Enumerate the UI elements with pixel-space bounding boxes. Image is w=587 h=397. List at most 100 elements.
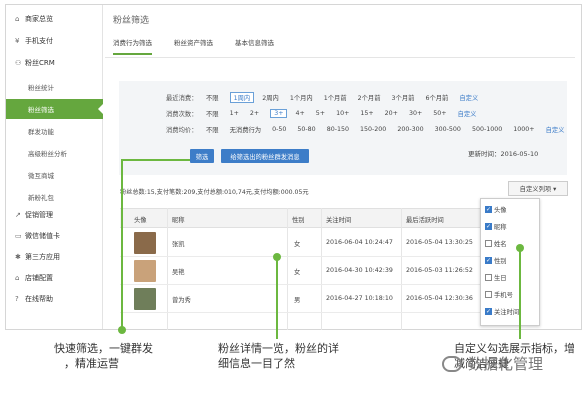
filter-option[interactable]: 50+: [433, 110, 446, 117]
column-option[interactable]: ✓ 昵称: [485, 222, 507, 231]
yen-icon: ¥: [15, 37, 20, 45]
sidebar-item-2[interactable]: ⚇ 粉丝CRM: [6, 53, 103, 73]
column-option-label: 昵称: [494, 224, 507, 231]
filter-option[interactable]: 1个月内: [290, 93, 313, 102]
sidebar-item-5[interactable]: ✱ 第三方应用: [6, 247, 103, 267]
checkbox[interactable]: ✓: [485, 257, 492, 264]
send-message-button[interactable]: 给筛选出的粉丝群发消息: [221, 149, 309, 163]
sidebar-subitem-label: 粉丝筛选: [28, 106, 54, 114]
filter-button[interactable]: 筛选: [190, 149, 214, 163]
tab-basic-filter[interactable]: 基本信息筛选: [235, 37, 274, 55]
filter-option[interactable]: 2+: [250, 110, 259, 117]
filter-option[interactable]: 不限: [206, 109, 219, 118]
column-option[interactable]: ✓ 头像: [485, 205, 507, 214]
filter-option[interactable]: 1周内: [229, 92, 255, 103]
sidebar-subitem-4[interactable]: 微互商城: [6, 165, 103, 185]
filter-option[interactable]: 10+: [336, 110, 349, 117]
column-option[interactable]: ✓ 性别: [485, 256, 507, 265]
sidebar-item-label: 微信储值卡: [25, 232, 60, 240]
checkbox[interactable]: ✓: [485, 223, 492, 230]
filter-option[interactable]: 5+: [316, 110, 325, 117]
filter-option[interactable]: 2周内: [262, 93, 279, 102]
filter-option[interactable]: 3+: [270, 109, 288, 118]
sidebar-subitem-label: 粉丝统计: [28, 84, 54, 92]
column-option[interactable]: ✓ 关注时间: [485, 307, 519, 316]
checkbox[interactable]: [485, 291, 492, 298]
sidebar-item-3[interactable]: ↗ 促销管理: [6, 205, 103, 225]
apps-icon: ✱: [15, 253, 21, 261]
filter-option[interactable]: 80-150: [327, 126, 349, 133]
column-option-label: 头像: [494, 207, 507, 214]
filter-option[interactable]: 2个月前: [358, 93, 381, 102]
checkbox[interactable]: ✓: [485, 308, 492, 315]
filter-option[interactable]: 150-200: [360, 126, 386, 133]
gender-cell: 男: [294, 297, 301, 304]
sidebar-item-1[interactable]: ¥ 手机支付: [6, 31, 103, 51]
sidebar-item-7[interactable]: ? 在线帮助: [6, 289, 103, 309]
column-option-label: 手机号: [494, 292, 513, 299]
column-option-label: 姓名: [494, 241, 507, 248]
filter-option[interactable]: 无消费行为: [230, 125, 261, 134]
update-time: 更新时间：2016-05-10: [468, 150, 539, 158]
custom-filter-link[interactable]: 自定义: [458, 109, 477, 118]
custom-filter-link[interactable]: 自定义: [459, 93, 478, 102]
filter-option[interactable]: 4+: [295, 110, 304, 117]
column-option[interactable]: 姓名: [485, 239, 507, 248]
watermark: 数据化管理: [442, 353, 543, 374]
annotation-left-line2: ，精准运营: [64, 357, 119, 370]
filter-option[interactable]: 6个月前: [425, 93, 448, 102]
custom-columns-button[interactable]: 自定义列项 ▾: [508, 181, 568, 196]
sidebar-subitem-label: 高级粉丝分析: [28, 150, 67, 158]
sidebar-subitem-0[interactable]: 粉丝统计: [6, 77, 103, 97]
callout-line-left: [121, 160, 123, 330]
filter-option[interactable]: 不限: [206, 93, 219, 102]
filter-option[interactable]: 1000+: [513, 126, 534, 133]
nickname-cell: 张凯: [172, 241, 185, 248]
filter-option[interactable]: 500-1000: [472, 126, 502, 133]
filter-option[interactable]: 不限: [206, 125, 219, 134]
sidebar-item-0[interactable]: ⌂ 商家总览: [6, 9, 103, 29]
filter-option[interactable]: 50-80: [297, 126, 315, 133]
filter-option[interactable]: 0-50: [272, 126, 286, 133]
col-nickname: 昵称: [172, 217, 185, 224]
checkbox[interactable]: [485, 274, 492, 281]
filter-option[interactable]: 20+: [385, 110, 398, 117]
filter-row-amount: 消费均价： 不限 无消费行为 0-50 50-80 80-150 150-200 200-30…: [166, 125, 575, 134]
sidebar-item-label: 促销管理: [25, 211, 53, 219]
filter-option[interactable]: 1+: [230, 110, 239, 117]
filter-option[interactable]: 15+: [360, 110, 373, 117]
follow-time-cell: 2016-06-04 10:24:47: [326, 239, 393, 246]
sidebar-subitem-1[interactable]: 粉丝筛选: [6, 99, 103, 119]
custom-filter-link[interactable]: 自定义: [546, 125, 565, 134]
annotation-middle-line2: 细信息一目了然: [218, 357, 295, 370]
filter-label: 消费次数：: [166, 111, 198, 118]
sidebar-subitem-3[interactable]: 高级粉丝分析: [6, 143, 103, 163]
table-row[interactable]: 曾为秀 男 2016-04-27 10:18:10 2016-05-04 12:…: [120, 285, 482, 313]
checkbox[interactable]: [485, 240, 492, 247]
tab-asset-filter[interactable]: 粉丝资产筛选: [174, 37, 213, 55]
nickname-cell: 吴艳: [172, 269, 185, 276]
sidebar-item-4[interactable]: ▭ 微信储值卡: [6, 226, 103, 246]
filter-row-recent: 最近消费： 不限 1周内 2周内 1个月内 1个月前 2个月前 3个月前 6个月前 自定义: [166, 92, 489, 103]
gender-cell: 女: [294, 269, 301, 276]
filter-option[interactable]: 30+: [409, 110, 422, 117]
table-row[interactable]: 张凯 女 2016-06-04 10:24:47 2016-05-04 13:3…: [120, 229, 482, 257]
avatar: [134, 232, 156, 254]
filter-option[interactable]: 3个月前: [392, 93, 415, 102]
column-option[interactable]: 生日: [485, 273, 507, 282]
filter-option[interactable]: 300-500: [435, 126, 461, 133]
column-option[interactable]: 手机号: [485, 290, 513, 299]
gender-cell: 女: [294, 241, 301, 248]
sidebar-subitem-5[interactable]: 新粉礼包: [6, 187, 103, 207]
table-row[interactable]: 吴艳 女 2016-04-30 10:42:39 2016-05-03 11:2…: [120, 257, 482, 285]
avatar: [134, 288, 156, 310]
sidebar-item-6[interactable]: ⌂ 店铺配置: [6, 268, 103, 288]
checkbox[interactable]: ✓: [485, 206, 492, 213]
page-title: 粉丝筛选: [113, 16, 150, 26]
filter-option[interactable]: 1个月前: [324, 93, 347, 102]
stats-summary: 粉丝总数:15,支付笔数:209,支付总额:010,74元,支付均额:000.0…: [120, 189, 309, 196]
sidebar-subitem-2[interactable]: 群发功能: [6, 121, 103, 141]
filter-option[interactable]: 200-300: [397, 126, 423, 133]
sidebar: ⌂ 商家总览 ¥ 手机支付 ⚇ 粉丝CRM 粉丝统计 粉丝筛选 群发功能 高级粉…: [6, 5, 103, 329]
tab-consumption-filter[interactable]: 消费行为筛选: [113, 37, 152, 55]
